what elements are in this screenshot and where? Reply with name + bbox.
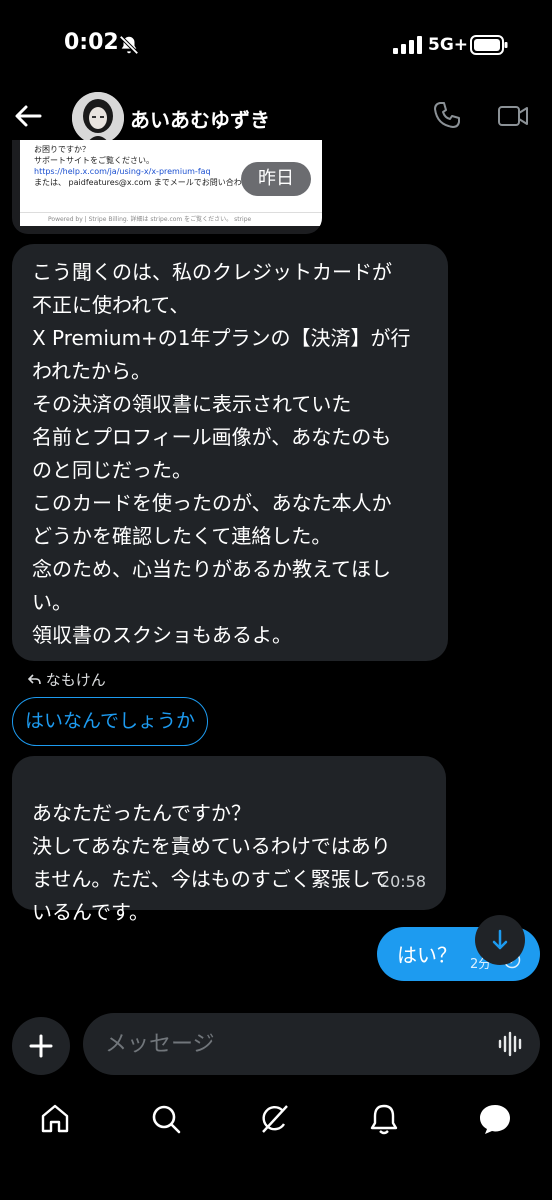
bottom-navigation — [0, 1090, 552, 1150]
date-chip: 昨日 — [241, 162, 311, 196]
home-icon[interactable] — [38, 1102, 72, 1136]
reply-context: なもけん — [27, 669, 106, 690]
scroll-to-bottom-button[interactable] — [475, 915, 525, 965]
message-text: あなただったんですか？ 決してあなたを責めているわけではあり ません。ただ、今は… — [32, 801, 391, 924]
status-bar: 0:02 5G+ — [0, 0, 552, 90]
status-time: 0:02 — [64, 30, 119, 55]
reply-arrow-icon — [27, 674, 41, 685]
plus-icon — [29, 1034, 53, 1058]
arrow-down-icon — [492, 929, 508, 950]
network-type: 5G+ — [428, 35, 469, 55]
video-camera-icon[interactable] — [497, 102, 529, 130]
message-composer — [83, 1013, 540, 1075]
search-icon[interactable] — [149, 1102, 183, 1136]
add-attachment-button[interactable] — [12, 1017, 70, 1075]
messages-icon[interactable] — [478, 1102, 512, 1136]
battery-icon — [470, 35, 508, 55]
receipt-footer: Powered by | Stripe Billing. 詳細は stripe.… — [20, 212, 322, 226]
signal-icon — [393, 36, 422, 54]
quick-reply-chip[interactable]: はいなんでしょうか — [12, 697, 208, 746]
reply-context-label: なもけん — [45, 671, 106, 689]
avatar[interactable] — [72, 92, 124, 144]
conversation-header: あいあむゆずき — [0, 88, 552, 148]
bell-slash-icon — [119, 35, 139, 55]
message-input[interactable] — [105, 1013, 485, 1075]
receipt-line: お困りですか？ — [34, 145, 90, 154]
incoming-message[interactable]: こう聞くのは、私のクレジットカードが 不正に使われて、 X Premium+の1… — [12, 244, 448, 661]
back-arrow-icon[interactable] — [12, 100, 44, 132]
contact-name[interactable]: あいあむゆずき — [130, 104, 270, 133]
message-text: はい？ — [397, 943, 457, 967]
phone-icon[interactable] — [432, 100, 462, 130]
grok-icon[interactable] — [258, 1102, 292, 1136]
incoming-message[interactable]: あなただったんですか？ 決してあなたを責めているわけではあり ません。ただ、今は… — [12, 756, 446, 924]
message-time: 20:58 — [379, 872, 426, 891]
voice-message-icon[interactable] — [497, 1030, 525, 1058]
avatar-image — [72, 92, 124, 144]
notifications-icon[interactable] — [367, 1102, 401, 1136]
